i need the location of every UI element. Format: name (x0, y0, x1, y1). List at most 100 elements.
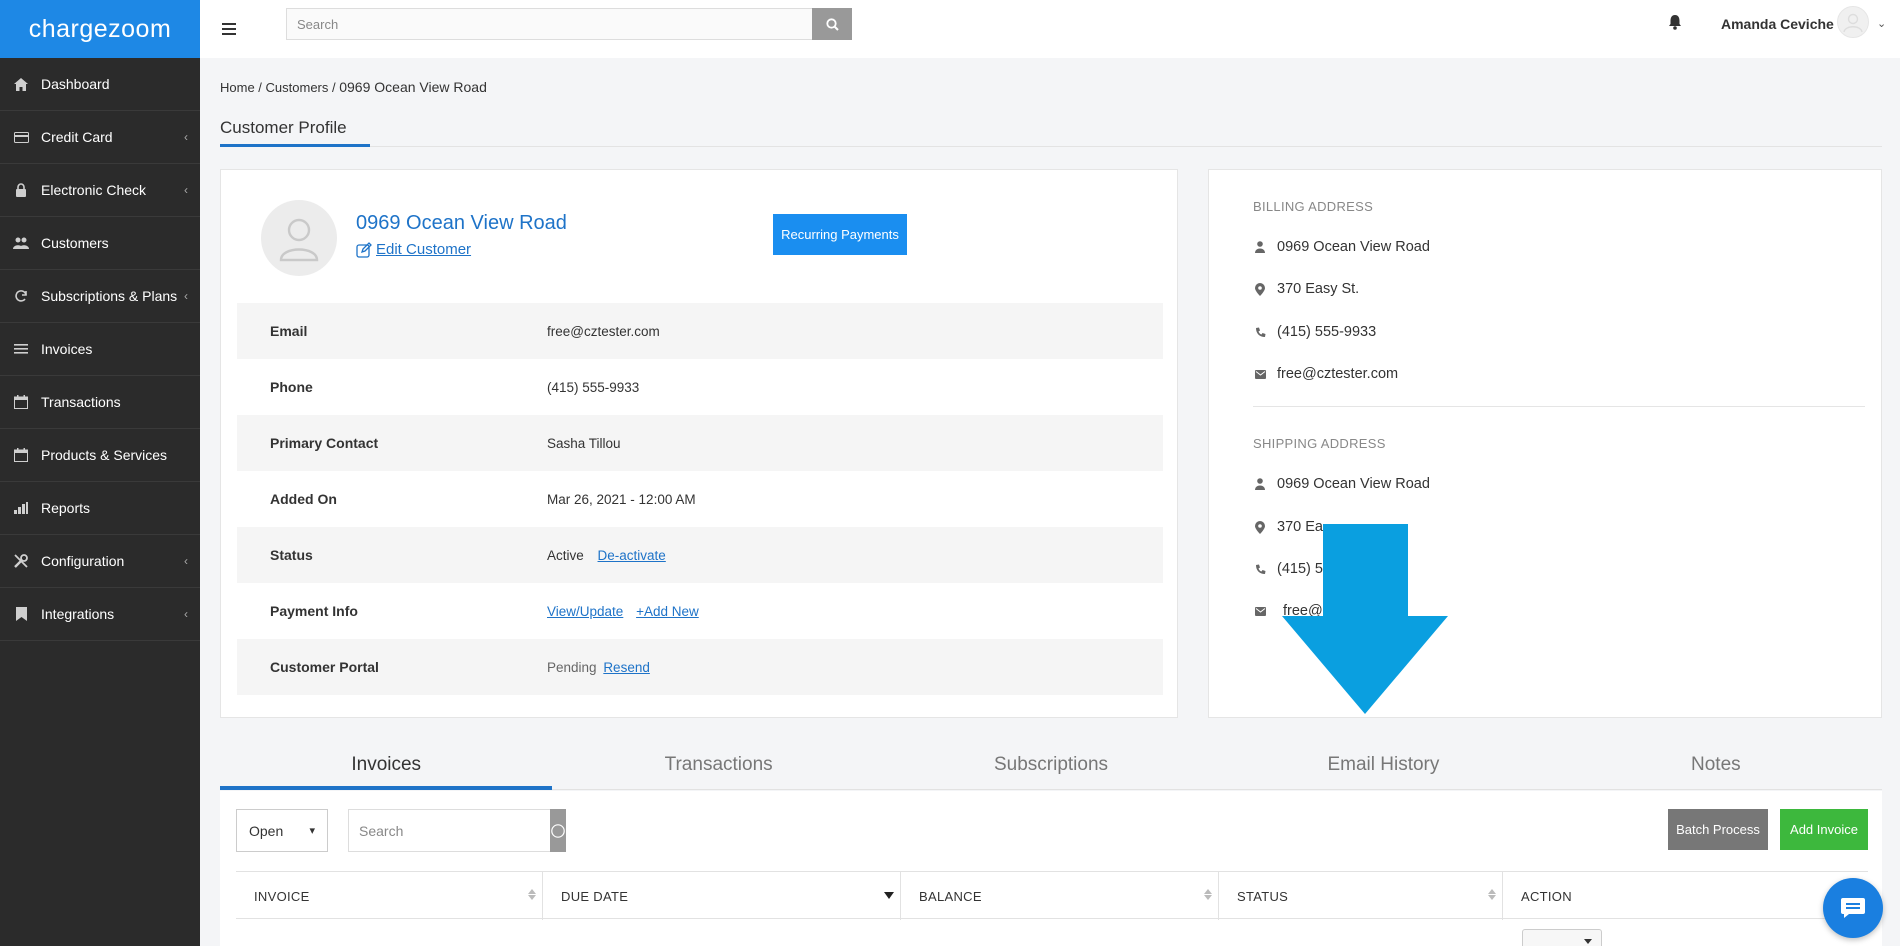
info-row-primary-contact: Primary Contact Sasha Tillou (237, 415, 1163, 471)
phone-icon (1253, 325, 1267, 339)
chevron-left-icon: ‹ (184, 607, 188, 621)
breadcrumb-customers[interactable]: Customers (266, 80, 329, 95)
chevron-left-icon: ‹ (184, 554, 188, 568)
add-invoice-button[interactable]: Add Invoice (1780, 809, 1868, 850)
invoice-search (348, 809, 566, 852)
sort-icon (1204, 889, 1212, 900)
sidebar-item-electronic-check[interactable]: Electronic Check ‹ (0, 164, 200, 217)
invoice-search-button[interactable] (550, 809, 566, 852)
info-label: Primary Contact (270, 435, 379, 451)
sidebar-item-subscriptions[interactable]: Subscriptions & Plans ‹ (0, 270, 200, 323)
view-update-link[interactable]: View/Update (547, 604, 623, 619)
batch-process-button[interactable]: Batch Process (1668, 809, 1768, 850)
info-label: Added On (270, 491, 337, 507)
sidebar-item-customers[interactable]: Customers (0, 217, 200, 270)
sidebar-item-reports[interactable]: Reports (0, 482, 200, 535)
sidebar-item-label: Dashboard (41, 76, 110, 92)
info-row-payment-info: Payment Info View/Update +Add New (237, 583, 1163, 639)
resend-link[interactable]: Resend (603, 660, 650, 675)
column-header-status[interactable]: STATUS (1219, 872, 1503, 920)
arrow-down-icon (1282, 524, 1448, 714)
sidebar-item-label: Customers (41, 235, 109, 251)
sidebar-item-integrations[interactable]: Integrations ‹ (0, 588, 200, 641)
info-row-phone: Phone (415) 555-9933 (237, 359, 1163, 415)
breadcrumb-home[interactable]: Home (220, 80, 255, 95)
chevron-down-icon[interactable]: ⌄ (1877, 17, 1886, 30)
tab-email-history[interactable]: Email History (1217, 740, 1549, 789)
deactivate-link[interactable]: De-activate (598, 548, 666, 563)
info-label: Status (270, 547, 313, 563)
billing-phone: (415) 555-9933 (1277, 324, 1377, 340)
invoice-search-input[interactable] (348, 809, 550, 852)
edit-customer-label: Edit Customer (376, 241, 472, 258)
breadcrumb: Home / Customers / 0969 Ocean View Road (220, 79, 487, 95)
sidebar-item-transactions[interactable]: Transactions (0, 376, 200, 429)
column-label: ACTION (1521, 888, 1572, 904)
user-icon (1843, 13, 1863, 33)
menu-toggle-icon[interactable] (222, 23, 236, 35)
page-title: Customer Profile (220, 118, 347, 137)
invoice-table-header: INVOICE DUE DATE BALANCE STATUS ACTION (236, 871, 1868, 920)
map-pin-icon (1253, 520, 1267, 534)
tab-notes[interactable]: Notes (1550, 740, 1882, 789)
chat-icon (1841, 898, 1865, 918)
title-divider (370, 146, 1882, 147)
lock-icon (12, 183, 30, 197)
column-label: STATUS (1237, 888, 1289, 904)
shipping-name: 0969 Ocean View Road (1277, 476, 1430, 492)
customer-info-table: Email free@cztester.com Phone (415) 555-… (237, 303, 1163, 695)
sidebar-item-label: Credit Card (41, 129, 113, 145)
envelope-icon (1253, 367, 1267, 381)
primary-contact-value: Sasha Tillou (547, 435, 621, 451)
column-header-balance[interactable]: BALANCE (901, 872, 1219, 920)
sidebar-item-label: Integrations (41, 606, 115, 622)
billing-name-line: 0969 Ocean View Road (1253, 239, 1430, 255)
status-value: Active (547, 547, 584, 563)
global-search-input[interactable] (286, 8, 812, 40)
home-icon (12, 77, 30, 91)
brand-logo[interactable]: chargezoom (0, 0, 200, 58)
sidebar-item-label: Products & Services (41, 447, 168, 463)
billing-street-line: 370 Easy St. (1253, 281, 1359, 297)
tab-invoices[interactable]: Invoices (220, 740, 553, 790)
column-header-invoice[interactable]: INVOICE (236, 872, 543, 920)
email-value-link[interactable]: free@cztester.com (547, 324, 660, 339)
invoice-status-select[interactable]: Open ▾ (236, 809, 328, 852)
sidebar-item-products-services[interactable]: Products & Services (0, 429, 200, 482)
sidebar-item-label: Transactions (41, 394, 121, 410)
sidebar-item-invoices[interactable]: Invoices (0, 323, 200, 376)
chevron-left-icon: ‹ (184, 183, 188, 197)
credit-card-icon (12, 130, 30, 144)
column-label: BALANCE (919, 888, 982, 904)
bar-chart-icon (12, 501, 30, 515)
notifications-button[interactable] (1668, 14, 1682, 35)
invoices-panel: Open ▾ Batch Process Add Invoice INVOICE… (220, 791, 1882, 946)
breadcrumb-current: 0969 Ocean View Road (339, 79, 487, 95)
calendar-icon (12, 448, 30, 462)
sidebar-item-dashboard[interactable]: Dashboard (0, 58, 200, 111)
column-header-due-date[interactable]: DUE DATE (543, 872, 901, 920)
status-value-group: Active De-activate (547, 548, 666, 563)
phone-icon (1253, 562, 1267, 576)
tab-subscriptions[interactable]: Subscriptions (885, 740, 1217, 789)
chat-button[interactable] (1823, 878, 1883, 938)
info-label: Email (270, 323, 308, 339)
search-button[interactable] (812, 8, 852, 40)
chevron-left-icon: ‹ (184, 289, 188, 303)
sidebar-item-credit-card[interactable]: Credit Card ‹ (0, 111, 200, 164)
sidebar: chargezoom Dashboard Credit Card ‹ Elect… (0, 0, 200, 946)
sidebar-item-configuration[interactable]: Configuration ‹ (0, 535, 200, 588)
billing-address-heading: BILLING ADDRESS (1253, 199, 1374, 214)
edit-customer-link[interactable]: Edit Customer (356, 241, 471, 258)
person-icon (1253, 477, 1267, 491)
refresh-icon (12, 289, 30, 303)
billing-email-line: free@cztester.com (1253, 366, 1398, 382)
sidebar-item-label: Configuration (41, 553, 125, 569)
customer-tabs: Invoices Transactions Subscriptions Emai… (220, 740, 1882, 790)
billing-street: 370 Easy St. (1277, 281, 1360, 297)
recurring-payments-button[interactable]: Recurring Payments (773, 214, 907, 255)
add-new-payment-link[interactable]: +Add New (636, 604, 699, 619)
user-name[interactable]: Amanda Ceviche (1721, 16, 1834, 32)
user-avatar[interactable] (1837, 6, 1869, 38)
tab-transactions[interactable]: Transactions (552, 740, 884, 789)
